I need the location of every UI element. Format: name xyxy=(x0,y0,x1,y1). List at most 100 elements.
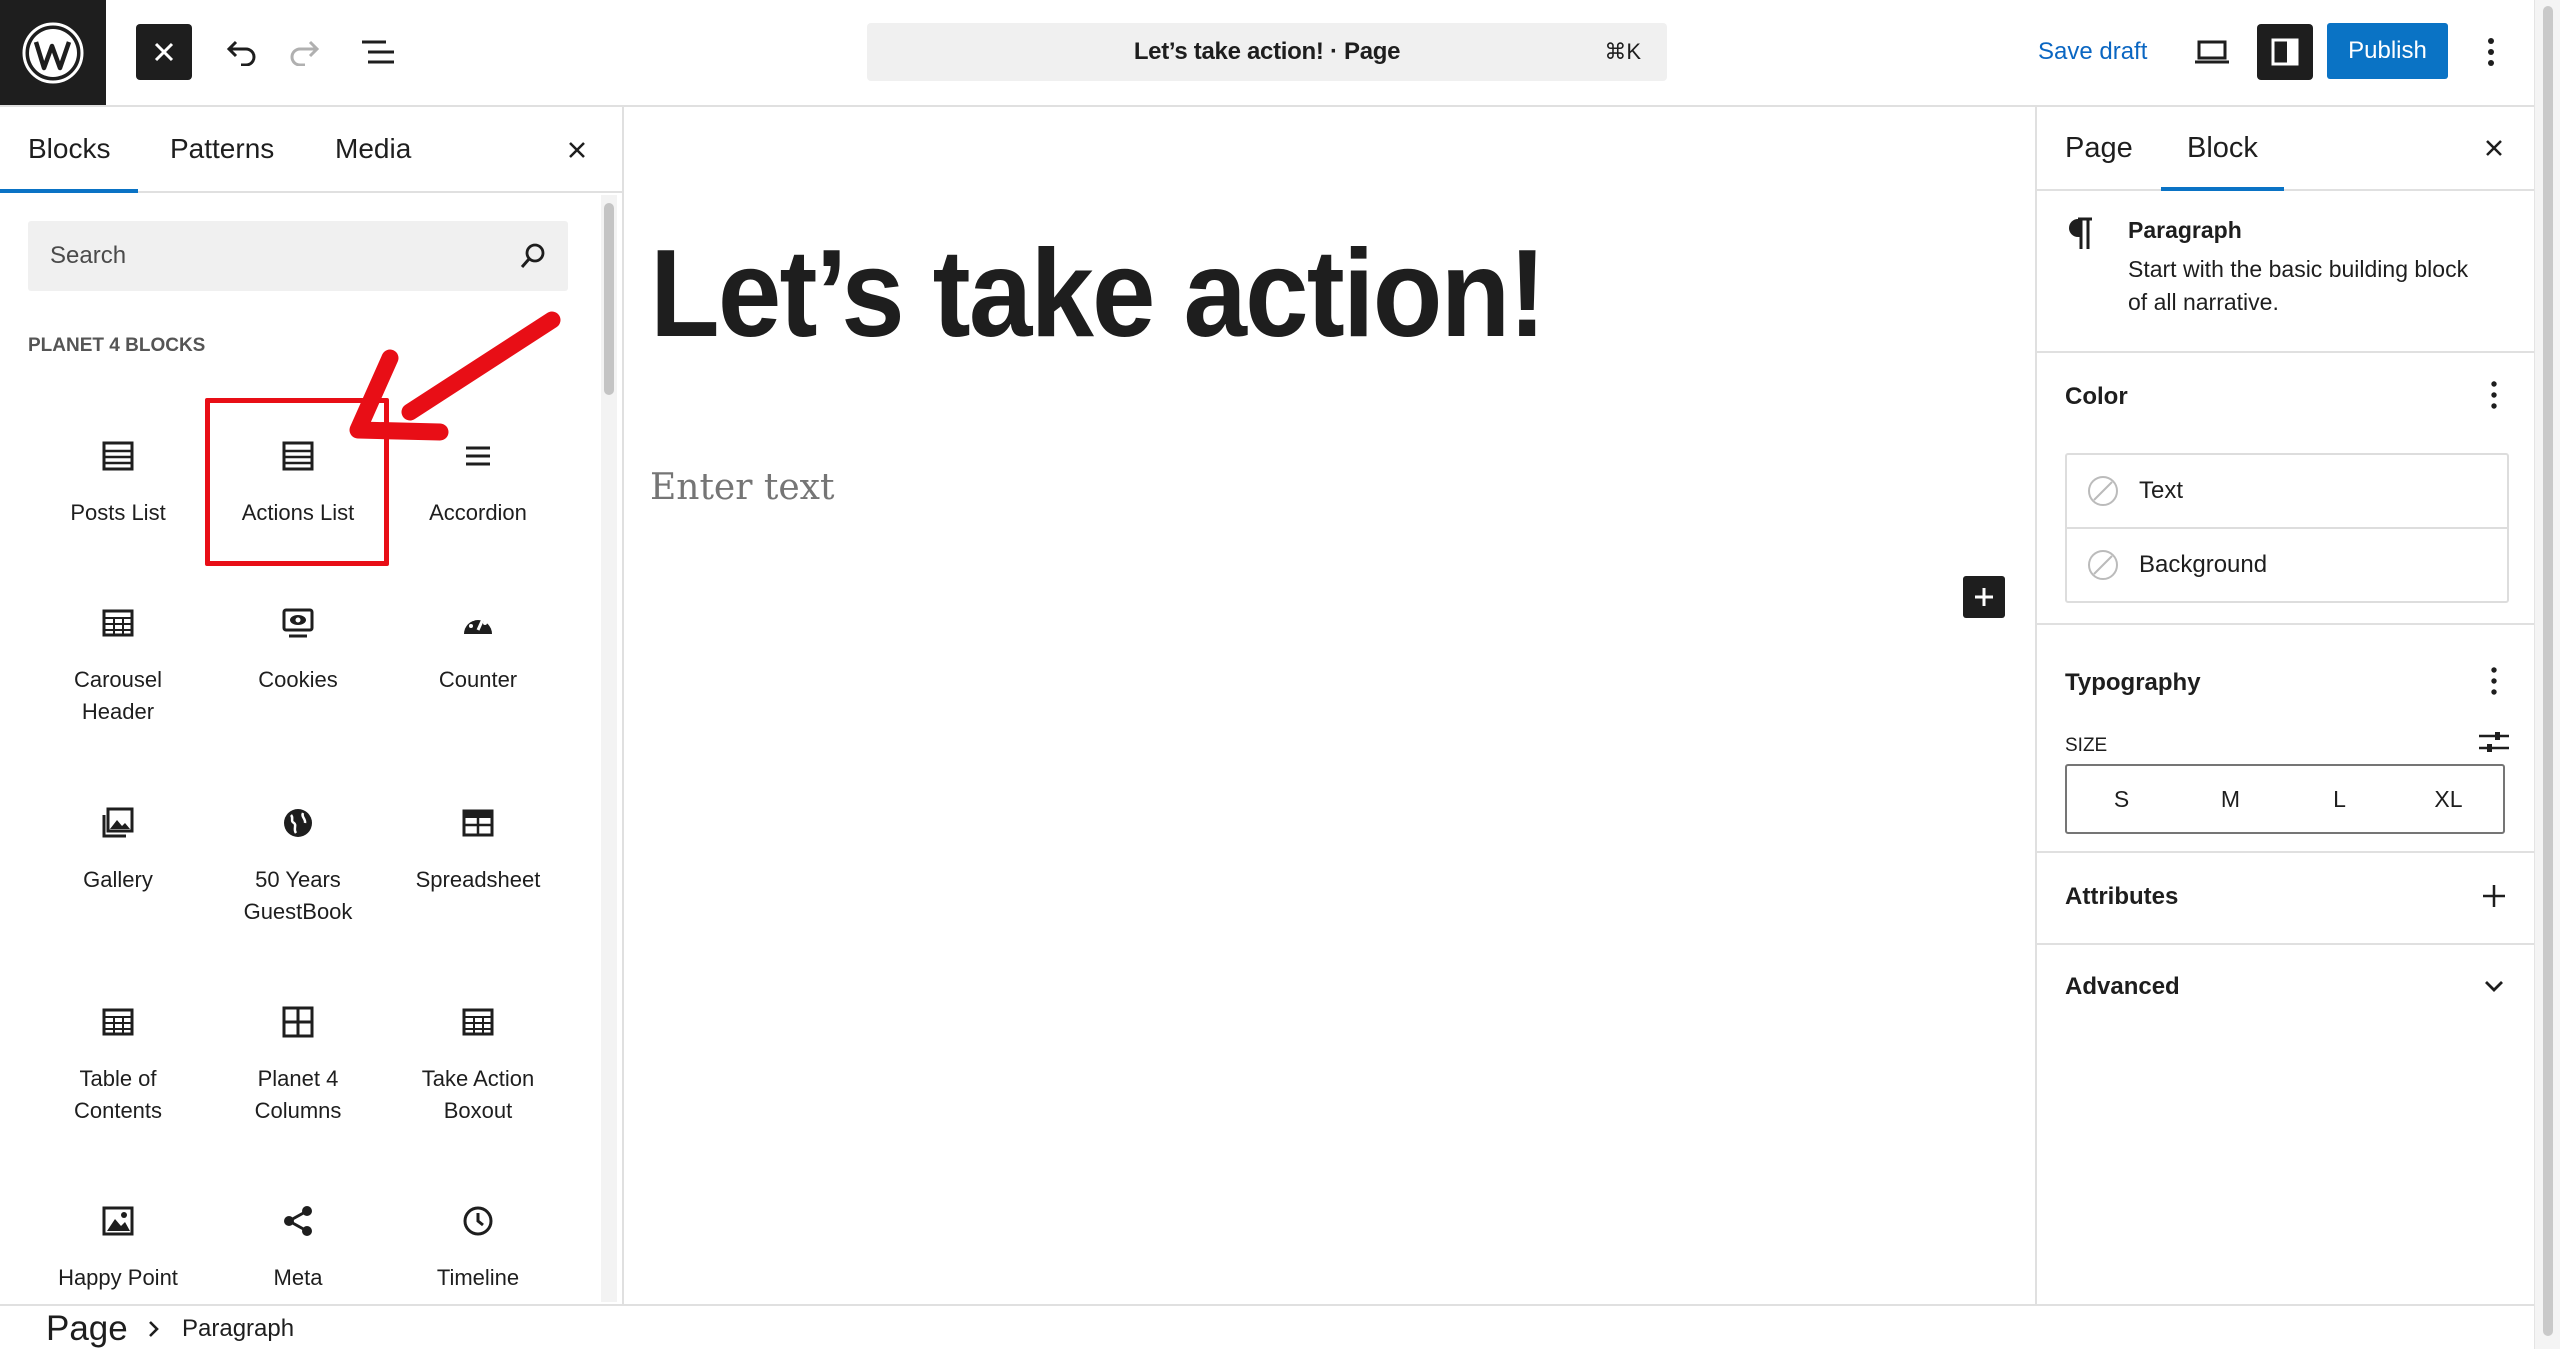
empty-swatch-icon xyxy=(2088,476,2118,506)
block-item-label: Table of Contents xyxy=(73,1066,163,1123)
block-item-50-years-guestbook[interactable]: 50 Years GuestBook xyxy=(212,772,384,932)
document-overview-icon[interactable] xyxy=(350,24,406,80)
block-item-label: Carousel Header xyxy=(73,667,163,724)
block-item-spreadsheet[interactable]: Spreadsheet xyxy=(392,772,564,932)
color-item-text[interactable]: Text xyxy=(2067,455,2507,529)
block-item-counter[interactable]: Counter xyxy=(392,572,564,732)
options-menu-icon[interactable] xyxy=(2463,24,2519,80)
close-inserter-button[interactable] xyxy=(136,24,192,80)
block-item-label: Meta xyxy=(273,1265,323,1290)
block-inserter-panel: Blocks Patterns Media PLANET 4 BLOCKS Po… xyxy=(0,107,624,1304)
settings-sidebar: Page Block Paragraph Start with the basi… xyxy=(2035,107,2536,1304)
block-item-cookies[interactable]: Cookies xyxy=(212,572,384,732)
clock-icon xyxy=(392,1200,564,1242)
spreadsheet-icon xyxy=(392,802,564,844)
typography-options-icon[interactable] xyxy=(2479,665,2509,697)
command-palette-bar[interactable]: Let’s take action! · Page ⌘K xyxy=(867,23,1667,81)
custom-size-icon[interactable] xyxy=(2477,727,2511,757)
block-item-label: Timeline xyxy=(436,1265,520,1290)
eye-screen-icon xyxy=(212,602,384,644)
tab-media[interactable]: Media xyxy=(335,107,411,191)
image-icon xyxy=(32,1200,204,1242)
color-options-icon[interactable] xyxy=(2479,379,2509,411)
block-item-carousel-header[interactable]: Carousel Header xyxy=(32,572,204,732)
post-title[interactable]: Let’s take action! xyxy=(650,223,1546,365)
block-item-label: Gallery xyxy=(83,867,153,892)
block-item-label: Take Action Boxout xyxy=(421,1066,535,1123)
window-scrollbar[interactable] xyxy=(2534,0,2560,1349)
scrollbar-thumb[interactable] xyxy=(604,203,614,395)
block-item-meta[interactable]: Meta xyxy=(212,1170,384,1304)
editor-canvas: Let’s take action! Enter text xyxy=(624,107,2033,1304)
breadcrumb: Page Paragraph xyxy=(0,1304,2534,1351)
command-shortcut: ⌘K xyxy=(1604,39,1641,64)
advanced-panel[interactable]: Advanced xyxy=(2037,945,2536,1033)
color-item-background[interactable]: Background xyxy=(2067,529,2507,601)
block-item-planet-4-columns[interactable]: Planet 4 Columns xyxy=(212,971,384,1131)
redo-icon[interactable] xyxy=(276,24,332,80)
tab-page[interactable]: Page xyxy=(2065,107,2133,189)
publish-button[interactable]: Publish xyxy=(2327,23,2448,79)
attributes-panel[interactable]: Attributes xyxy=(2037,853,2536,945)
tab-blocks[interactable]: Blocks xyxy=(0,107,140,193)
save-draft-button[interactable]: Save draft xyxy=(2030,24,2155,80)
document-title: Let’s take action! · Page xyxy=(1133,38,1401,65)
inserter-scrollbar[interactable] xyxy=(601,195,617,1302)
size-option-l[interactable]: L xyxy=(2285,766,2394,832)
close-icon[interactable] xyxy=(560,133,594,167)
add-block-button[interactable] xyxy=(1963,576,2005,618)
block-description-line: Start with the basic building block xyxy=(2128,256,2469,282)
close-icon[interactable] xyxy=(2479,133,2509,163)
paragraph-block[interactable]: Enter text xyxy=(650,467,834,508)
block-item-label: Accordion xyxy=(429,500,527,525)
tab-block[interactable]: Block xyxy=(2161,107,2284,191)
block-item-table-of-contents[interactable]: Table of Contents xyxy=(32,971,204,1131)
wordpress-logo-icon[interactable] xyxy=(0,0,106,105)
empty-swatch-icon xyxy=(2088,550,2118,580)
preview-device-icon[interactable] xyxy=(2184,24,2240,80)
top-toolbar: Let’s take action! · Page ⌘K Save draft … xyxy=(0,0,2534,107)
block-item-take-action-boxout[interactable]: Take Action Boxout xyxy=(392,971,564,1131)
size-option-s[interactable]: S xyxy=(2067,766,2176,832)
inserter-tabs: Blocks Patterns Media xyxy=(0,107,622,193)
plus-icon[interactable] xyxy=(2479,881,2509,911)
paragraph-icon xyxy=(2067,217,2095,251)
sidebar-tabs: Page Block xyxy=(2037,107,2536,191)
block-item-happy-point[interactable]: Happy Point xyxy=(32,1170,204,1304)
breadcrumb-page[interactable]: Page xyxy=(46,1306,128,1351)
columns-icon xyxy=(212,1001,384,1043)
attributes-title: Attributes xyxy=(2065,883,2179,910)
table-icon xyxy=(32,602,204,644)
undo-icon[interactable] xyxy=(214,24,270,80)
chevron-down-icon[interactable] xyxy=(2479,971,2509,1001)
settings-sidebar-toggle-icon[interactable] xyxy=(2257,24,2313,80)
block-item-timeline[interactable]: Timeline xyxy=(392,1170,564,1304)
block-card: Paragraph Start with the basic building … xyxy=(2037,191,2536,353)
list-view-icon xyxy=(32,435,204,477)
block-item-label: Planet 4 Columns xyxy=(254,1066,342,1123)
block-item-posts-list[interactable]: Posts List xyxy=(32,405,204,565)
block-search xyxy=(28,221,568,291)
size-option-xl[interactable]: XL xyxy=(2394,766,2503,832)
block-category-title: PLANET 4 BLOCKS xyxy=(28,335,206,356)
block-item-label: 50 Years GuestBook xyxy=(243,867,353,924)
share-icon xyxy=(212,1200,384,1242)
block-description-line: of all narrative. xyxy=(2128,289,2279,315)
tab-patterns[interactable]: Patterns xyxy=(170,107,274,191)
search-input[interactable] xyxy=(28,221,520,291)
advanced-title: Advanced xyxy=(2065,973,2180,1000)
scrollbar-thumb[interactable] xyxy=(2543,6,2553,1336)
typography-title: Typography xyxy=(2065,669,2201,696)
globe-icon xyxy=(212,802,384,844)
size-option-m[interactable]: M xyxy=(2176,766,2285,832)
block-item-label: Spreadsheet xyxy=(415,867,541,892)
block-description: Start with the basic building block of a… xyxy=(2128,253,2468,319)
block-item-gallery[interactable]: Gallery xyxy=(32,772,204,932)
search-icon[interactable] xyxy=(518,241,548,271)
color-list: Text Background xyxy=(2065,453,2509,603)
breadcrumb-paragraph[interactable]: Paragraph xyxy=(182,1306,294,1351)
block-name: Paragraph xyxy=(2128,217,2242,243)
block-item-label: Happy Point xyxy=(58,1265,178,1290)
table-icon xyxy=(32,1001,204,1043)
block-item-label: Counter xyxy=(438,667,518,692)
